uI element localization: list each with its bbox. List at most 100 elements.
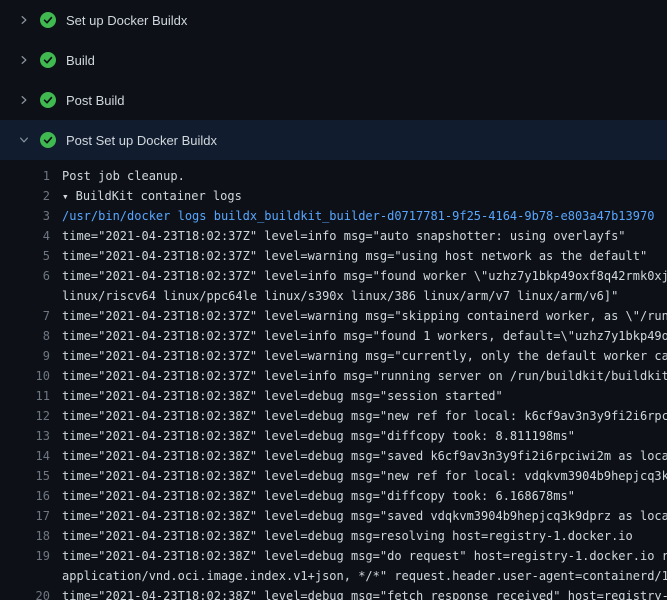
step-header-post-build[interactable]: Post Build	[0, 80, 667, 120]
log-line-text: time="2021-04-23T18:02:38Z" level=debug …	[62, 526, 667, 546]
log-line-number[interactable]: 17	[0, 506, 50, 526]
log-line-text-value: time="2021-04-23T18:02:37Z" level=info m…	[62, 269, 667, 283]
log-row: 19 time="2021-04-23T18:02:38Z" level=debu…	[0, 546, 667, 566]
chevron-right-icon	[16, 52, 32, 68]
step-label: Post Build	[66, 93, 125, 108]
chevron-right-icon	[16, 92, 32, 108]
log-line-number[interactable]: 10	[0, 366, 50, 386]
log-row-wrap: linux/riscv64 linux/ppc64le linux/s390x …	[0, 286, 667, 306]
log-row: 3/usr/bin/docker logs buildx_buildkit_bu…	[0, 206, 667, 226]
log-line-text-value: time="2021-04-23T18:02:38Z" level=debug …	[62, 589, 667, 600]
log-line-text-value: Post job cleanup.	[62, 169, 185, 183]
log-line-text-value: /usr/bin/docker logs buildx_buildkit_bui…	[62, 209, 654, 223]
log-row: 2 ▾ BuildKit container logs	[0, 186, 667, 206]
log-line-number[interactable]: 3	[0, 206, 50, 226]
step-label: Set up Docker Buildx	[66, 13, 187, 28]
log-row: 17 time="2021-04-23T18:02:38Z" level=debu…	[0, 506, 667, 526]
log-line-number[interactable]: 15	[0, 466, 50, 486]
chevron-down-icon	[16, 132, 32, 148]
success-check-icon	[40, 52, 56, 68]
log-row: 16 time="2021-04-23T18:02:38Z" level=debu…	[0, 486, 667, 506]
log-line-number	[0, 566, 50, 586]
log-line-text: application/vnd.oci.image.index.v1+json,…	[62, 566, 667, 586]
log-line-text-value: linux/riscv64 linux/ppc64le linux/s390x …	[62, 289, 618, 303]
log-row: 1 Post job cleanup.	[0, 166, 667, 186]
log-line-number[interactable]: 20	[0, 586, 50, 600]
steps-list: Set up Docker Buildx Build Post Build Post …	[0, 0, 667, 160]
log-line-text: time="2021-04-23T18:02:37Z" level=info m…	[62, 326, 667, 346]
success-check-icon	[40, 12, 56, 28]
step-header-post-set-up-docker-buildx[interactable]: Post Set up Docker Buildx	[0, 120, 667, 160]
log-line-number[interactable]: 8	[0, 326, 50, 346]
group-toggle-icon[interactable]: ▾	[62, 190, 69, 203]
log-line-text: time="2021-04-23T18:02:38Z" level=debug …	[62, 586, 667, 600]
step-label: Build	[66, 53, 95, 68]
log-line-number[interactable]: 5	[0, 246, 50, 266]
log-line-text-value: time="2021-04-23T18:02:37Z" level=warnin…	[62, 249, 647, 263]
log-line-number[interactable]: 2	[0, 186, 50, 206]
log-line-text-value: time="2021-04-23T18:02:38Z" level=debug …	[62, 449, 667, 463]
step-label: Post Set up Docker Buildx	[66, 133, 217, 148]
workflow-log-viewer: Set up Docker Buildx Build Post Build Post …	[0, 0, 667, 600]
log-line-number[interactable]: 13	[0, 426, 50, 446]
log-line-text: time="2021-04-23T18:02:37Z" level=info m…	[62, 366, 667, 386]
chevron-right-icon	[16, 12, 32, 28]
log-line-text-value: BuildKit container logs	[76, 189, 242, 203]
success-check-icon	[40, 92, 56, 108]
log-row: 20 time="2021-04-23T18:02:38Z" level=debu…	[0, 586, 667, 600]
log-row: 12 time="2021-04-23T18:02:38Z" level=debu…	[0, 406, 667, 426]
log-row: 9time="2021-04-23T18:02:37Z" level=warni…	[0, 346, 667, 366]
log-line-number[interactable]: 19	[0, 546, 50, 566]
log-line-number[interactable]: 12	[0, 406, 50, 426]
log-line-number[interactable]: 9	[0, 346, 50, 366]
log-line-text: time="2021-04-23T18:02:38Z" level=debug …	[62, 486, 667, 506]
log-line-number[interactable]: 7	[0, 306, 50, 326]
log-line-text-value: time="2021-04-23T18:02:37Z" level=warnin…	[62, 309, 667, 323]
log-row: 15 time="2021-04-23T18:02:38Z" level=debu…	[0, 466, 667, 486]
log-line-number[interactable]: 1	[0, 166, 50, 186]
log-line-text: time="2021-04-23T18:02:38Z" level=debug …	[62, 446, 667, 466]
log-row: 5 time="2021-04-23T18:02:37Z" level=warni…	[0, 246, 667, 266]
log-line-text: time="2021-04-23T18:02:37Z" level=warnin…	[62, 306, 667, 326]
log-line-text: time="2021-04-23T18:02:37Z" level=warnin…	[62, 246, 667, 266]
log-line-number[interactable]: 18	[0, 526, 50, 546]
log-row: 18 time="2021-04-23T18:02:38Z" level=debu…	[0, 526, 667, 546]
log-line-text: linux/riscv64 linux/ppc64le linux/s390x …	[62, 286, 667, 306]
log-line-text: time="2021-04-23T18:02:37Z" level=info m…	[62, 226, 667, 246]
log-line-text-value: time="2021-04-23T18:02:38Z" level=debug …	[62, 509, 667, 523]
step-header-build[interactable]: Build	[0, 40, 667, 80]
log-line-text-value: time="2021-04-23T18:02:37Z" level=info m…	[62, 329, 667, 343]
log-line-number	[0, 286, 50, 306]
log-line-text: time="2021-04-23T18:02:38Z" level=debug …	[62, 406, 667, 426]
log-line-number[interactable]: 11	[0, 386, 50, 406]
log-line-text: time="2021-04-23T18:02:38Z" level=debug …	[62, 466, 667, 486]
log-row: 6 time="2021-04-23T18:02:37Z" level=info …	[0, 266, 667, 286]
log-row: 11 time="2021-04-23T18:02:38Z" level=debu…	[0, 386, 667, 406]
log-line-text-value: application/vnd.oci.image.index.v1+json,…	[62, 569, 667, 583]
log-row-wrap: application/vnd.oci.image.index.v1+json,…	[0, 566, 667, 586]
log-line-number[interactable]: 4	[0, 226, 50, 246]
log-line-text: time="2021-04-23T18:02:38Z" level=debug …	[62, 506, 667, 526]
log-line-text: Post job cleanup.	[62, 166, 667, 186]
log-row: 7 time="2021-04-23T18:02:37Z" level=warni…	[0, 306, 667, 326]
log-line-text-value: time="2021-04-23T18:02:38Z" level=debug …	[62, 469, 667, 483]
log-line-text-value: time="2021-04-23T18:02:37Z" level=info m…	[62, 369, 667, 383]
step-header-set-up-docker-buildx[interactable]: Set up Docker Buildx	[0, 0, 667, 40]
log-line-text-value: time="2021-04-23T18:02:38Z" level=debug …	[62, 549, 667, 563]
log-line-text: time="2021-04-23T18:02:38Z" level=debug …	[62, 426, 667, 446]
success-check-icon	[40, 132, 56, 148]
log-row: 8 time="2021-04-23T18:02:37Z" level=info …	[0, 326, 667, 346]
log-line-text: /usr/bin/docker logs buildx_buildkit_bui…	[62, 206, 667, 226]
log-line-text: ▾ BuildKit container logs	[62, 186, 667, 206]
log-lines: 1 Post job cleanup. 2 ▾ BuildKit container l…	[0, 160, 667, 600]
log-line-text: time="2021-04-23T18:02:38Z" level=debug …	[62, 386, 667, 406]
log-line-text: time="2021-04-23T18:02:38Z" level=debug …	[62, 546, 667, 566]
log-line-number[interactable]: 14	[0, 446, 50, 466]
log-row: 10 time="2021-04-23T18:02:37Z" level=info…	[0, 366, 667, 386]
log-row: 4 time="2021-04-23T18:02:37Z" level=info …	[0, 226, 667, 246]
log-line-number[interactable]: 16	[0, 486, 50, 506]
log-line-text: time="2021-04-23T18:02:37Z" level=info m…	[62, 266, 667, 286]
log-line-number[interactable]: 6	[0, 266, 50, 286]
log-line-text-value: time="2021-04-23T18:02:38Z" level=debug …	[62, 529, 633, 543]
log-line-text-value: time="2021-04-23T18:02:38Z" level=debug …	[62, 489, 575, 503]
